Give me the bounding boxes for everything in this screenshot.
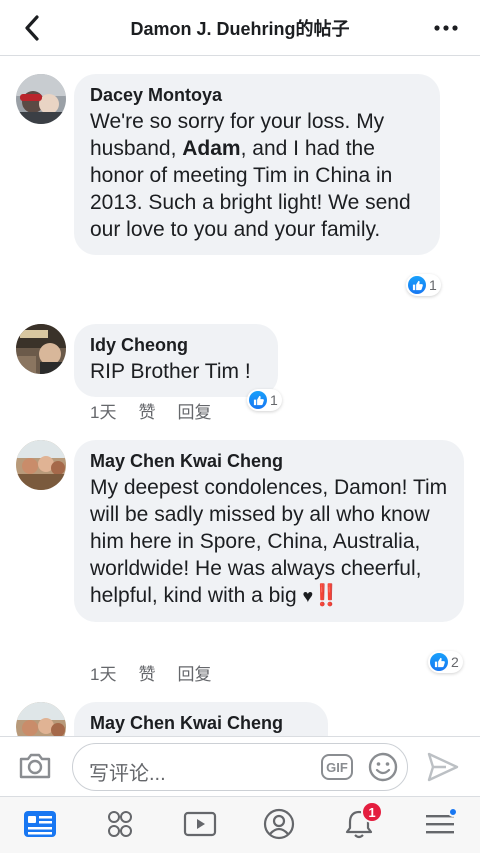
heart-emoji: ♥ xyxy=(302,586,314,606)
comment-text: We're so sorry for your loss. My husband… xyxy=(90,108,424,243)
comment-item: May Chen Kwai Cheng xyxy=(0,702,480,736)
avatar[interactable] xyxy=(16,74,66,124)
like-button[interactable]: 赞 xyxy=(138,398,155,423)
tab-news-feed[interactable] xyxy=(20,805,60,843)
avatar[interactable] xyxy=(16,702,66,736)
send-icon xyxy=(427,752,459,782)
thumbs-up-icon xyxy=(249,391,267,409)
video-icon xyxy=(183,811,217,837)
comment-composer: 写评论... GIF xyxy=(0,736,480,796)
comment-time: 1天 xyxy=(90,403,117,422)
thumbs-up-icon xyxy=(408,276,426,294)
comment-bubble: May Chen Kwai Cheng xyxy=(74,702,328,736)
comment-actions: 1天 赞 回复 xyxy=(90,398,211,423)
tab-profile[interactable] xyxy=(259,805,299,843)
camera-button[interactable] xyxy=(18,751,52,783)
comment-bubble: Dacey Montoya We're so sorry for your lo… xyxy=(74,74,440,255)
comment-list: Dacey Montoya We're so sorry for your lo… xyxy=(0,56,480,736)
reply-button[interactable]: 回复 xyxy=(177,660,211,685)
comment-bubble: May Chen Kwai Cheng My deepest condolenc… xyxy=(74,440,464,622)
comment-time: 1天 xyxy=(90,665,117,684)
tab-watch[interactable] xyxy=(180,805,220,843)
camera-icon xyxy=(19,753,51,779)
reaction-count: 1 xyxy=(429,277,437,293)
reaction-summary[interactable]: 1 xyxy=(406,274,441,296)
groups-icon xyxy=(108,811,132,837)
comment-input[interactable]: 写评论... GIF xyxy=(72,743,408,791)
comment-bubble: Idy Cheong RIP Brother Tim ! xyxy=(74,324,278,397)
reaction-count: 2 xyxy=(451,654,459,670)
tab-notifications[interactable]: 1 xyxy=(339,801,383,843)
bottom-tab-bar: 1 xyxy=(0,796,480,853)
menu-indicator-dot xyxy=(448,807,458,817)
avatar[interactable] xyxy=(16,440,66,490)
news-feed-icon xyxy=(24,811,56,837)
comment-text: RIP Brother Tim ! xyxy=(90,360,251,383)
reaction-summary[interactable]: 1 xyxy=(247,389,282,411)
reply-button[interactable]: 回复 xyxy=(177,398,211,423)
comment-author[interactable]: May Chen Kwai Cheng xyxy=(90,450,448,472)
exclamation-emoji: ‼️ xyxy=(313,584,340,607)
more-button[interactable] xyxy=(428,10,464,46)
comment-author[interactable]: May Chen Kwai Cheng xyxy=(90,712,312,734)
reaction-summary[interactable]: 2 xyxy=(428,651,463,673)
comment-text: My deepest condolences, Damon! Tim will … xyxy=(90,474,448,610)
emoji-icon xyxy=(368,752,398,782)
comment-item: Dacey Montoya We're so sorry for your lo… xyxy=(0,74,480,364)
gif-button[interactable]: GIF xyxy=(321,754,353,780)
tab-menu[interactable] xyxy=(420,805,460,843)
comment-actions: 1天 赞 回复 xyxy=(90,660,211,685)
thumbs-up-icon xyxy=(430,653,448,671)
comment-author[interactable]: Dacey Montoya xyxy=(90,84,424,106)
comment-author[interactable]: Idy Cheong xyxy=(90,334,262,356)
tagged-name[interactable]: Adam xyxy=(182,137,240,160)
comment-input-placeholder: 写评论... xyxy=(89,763,166,785)
reaction-count: 1 xyxy=(270,392,278,408)
profile-icon xyxy=(263,808,295,840)
more-horizontal-icon xyxy=(434,25,458,31)
emoji-button[interactable] xyxy=(367,751,399,783)
comment-text-part: My deepest condolences, Damon! Tim will … xyxy=(90,476,448,607)
avatar[interactable] xyxy=(16,324,66,374)
page-title: Damon J. Duehring的帖子 xyxy=(130,19,350,39)
notification-badge: 1 xyxy=(361,801,383,823)
comment-item: May Chen Kwai Cheng My deepest condolenc… xyxy=(0,440,480,690)
send-button[interactable] xyxy=(426,751,460,783)
top-bar: Damon J. Duehring的帖子 xyxy=(0,0,480,56)
comment-item: Idy Cheong RIP Brother Tim ! 1天 赞 回复 1 xyxy=(0,324,480,434)
tab-groups[interactable] xyxy=(100,805,140,843)
like-button[interactable]: 赞 xyxy=(138,660,155,685)
